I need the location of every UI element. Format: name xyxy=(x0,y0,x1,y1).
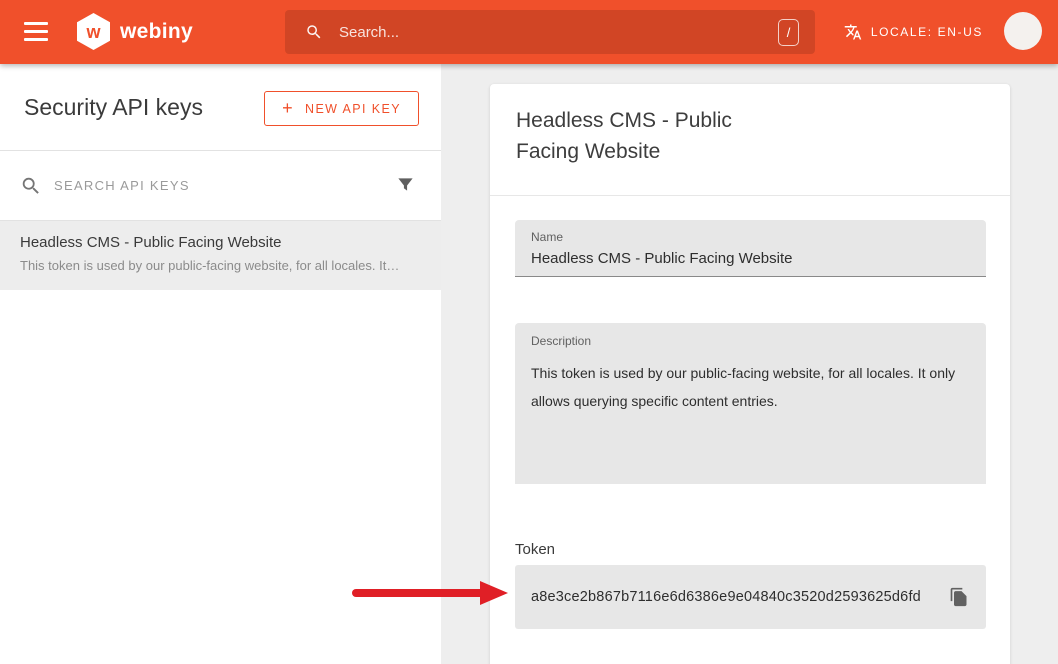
copy-icon xyxy=(949,587,969,607)
menu-button[interactable] xyxy=(24,22,48,41)
page-title: Security API keys xyxy=(24,94,203,121)
search-api-keys-input[interactable] xyxy=(54,178,384,193)
name-field-label: Name xyxy=(531,230,970,244)
search-icon xyxy=(20,175,42,197)
new-api-key-label: NEW API KEY xyxy=(305,102,401,116)
menu-icon xyxy=(24,38,48,41)
webiny-hexagon-icon: w xyxy=(77,13,110,50)
detail-card-body: Name Headless CMS - Public Facing Websit… xyxy=(490,220,1010,629)
logo-letter: w xyxy=(86,23,100,41)
plus-icon: + xyxy=(282,99,294,117)
api-key-list-item[interactable]: Headless CMS - Public Facing Website Thi… xyxy=(0,221,441,290)
description-field[interactable]: Description This token is used by our pu… xyxy=(515,323,986,484)
description-field-label: Description xyxy=(531,334,970,348)
new-api-key-button[interactable]: + NEW API KEY xyxy=(264,91,419,126)
menu-icon xyxy=(24,30,48,33)
copy-token-button[interactable] xyxy=(940,578,978,616)
name-field-value: Headless CMS - Public Facing Website xyxy=(531,250,970,267)
logo-wordmark: webiny xyxy=(120,20,193,44)
panel-header: Security API keys + NEW API KEY xyxy=(0,64,441,151)
locale-selector[interactable]: LOCALE: EN-US xyxy=(844,0,983,64)
token-value: a8e3ce2b867b7116e6d6386e9e04840c3520d259… xyxy=(531,589,940,605)
token-label: Token xyxy=(515,541,986,558)
token-field: a8e3ce2b867b7116e6d6386e9e04840c3520d259… xyxy=(515,565,986,629)
detail-area: Headless CMS - Public Facing Website Nam… xyxy=(441,64,1058,664)
top-app-bar: w webiny / LOCALE: EN-US xyxy=(0,0,1058,64)
slash-shortcut-badge: / xyxy=(778,19,799,46)
menu-icon xyxy=(24,22,48,25)
global-search: / xyxy=(285,10,815,54)
filter-icon xyxy=(396,176,415,195)
api-keys-search-row xyxy=(0,151,441,221)
api-keys-panel: Security API keys + NEW API KEY Headless… xyxy=(0,64,441,664)
search-icon xyxy=(305,23,323,41)
filter-button[interactable] xyxy=(396,176,415,195)
list-item-description: This token is used by our public-facing … xyxy=(20,258,435,273)
webiny-logo[interactable]: w webiny xyxy=(77,13,193,50)
detail-title: Headless CMS - Public Facing Website xyxy=(516,105,788,167)
list-item-title: Headless CMS - Public Facing Website xyxy=(20,234,435,251)
name-field[interactable]: Name Headless CMS - Public Facing Websit… xyxy=(515,220,986,277)
translate-icon xyxy=(844,23,862,41)
api-key-detail-card: Headless CMS - Public Facing Website Nam… xyxy=(490,84,1010,664)
detail-card-header: Headless CMS - Public Facing Website xyxy=(490,84,1010,196)
global-search-input[interactable] xyxy=(339,24,778,41)
description-field-value: This token is used by our public-facing … xyxy=(531,359,970,415)
webiny-admin-page: w webiny / LOCALE: EN-US Security API ke… xyxy=(0,0,1058,664)
locale-label: LOCALE: EN-US xyxy=(871,25,983,39)
user-avatar[interactable] xyxy=(1004,12,1042,50)
